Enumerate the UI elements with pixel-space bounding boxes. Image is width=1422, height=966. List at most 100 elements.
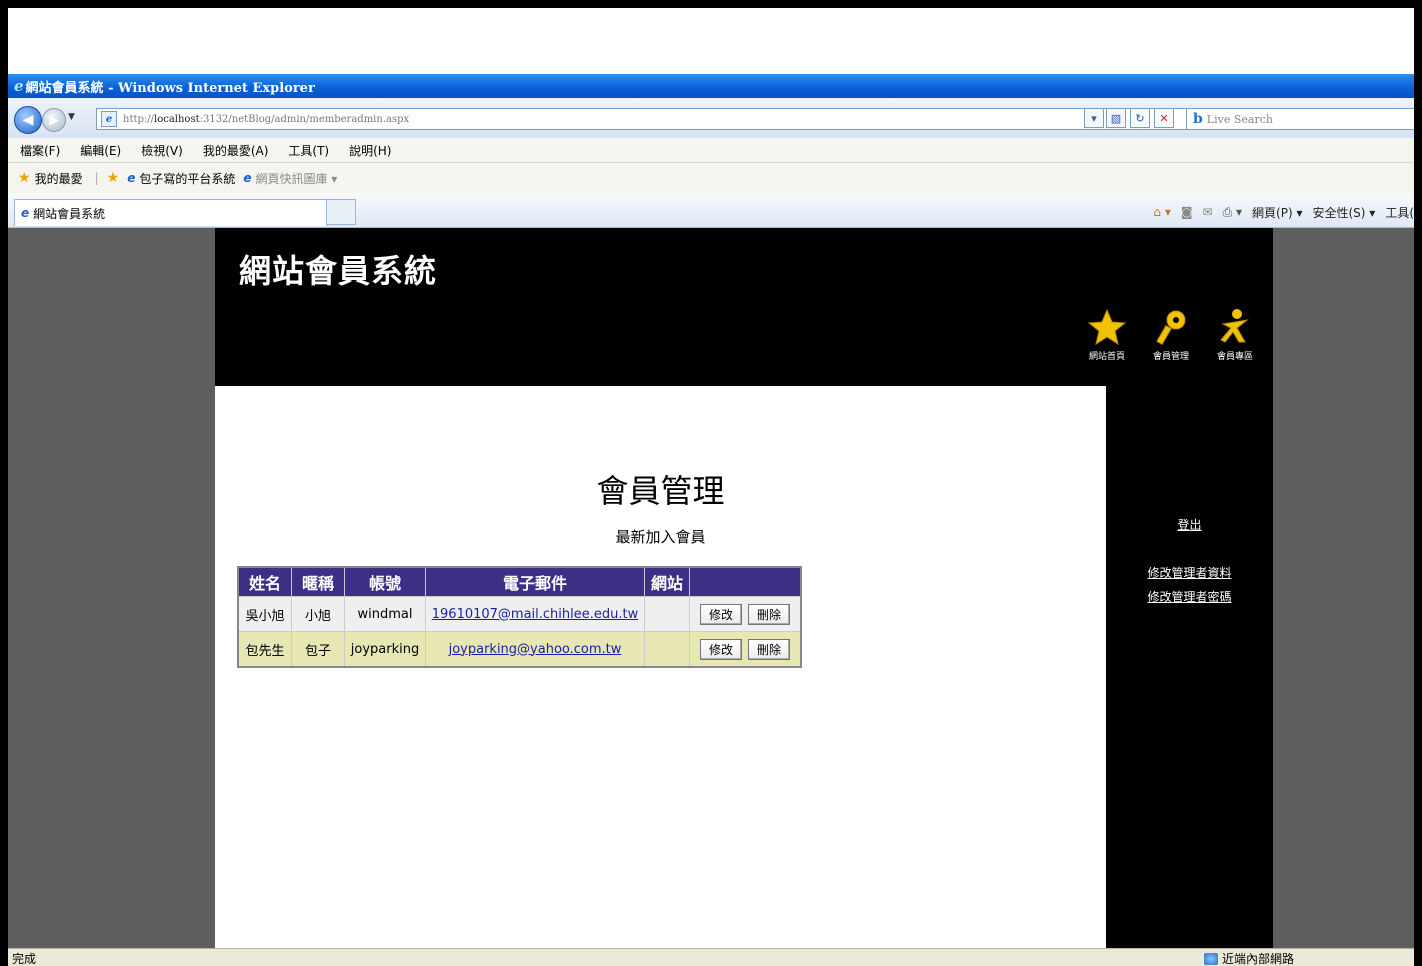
edit-admin-info-link[interactable]: 修改管理者資料 <box>1106 564 1273 581</box>
cell-nickname: 包子 <box>291 631 345 668</box>
live-search-icon: b <box>1193 111 1203 127</box>
stop-icon[interactable]: ✕ <box>1154 108 1174 128</box>
page-icon: e <box>101 111 117 127</box>
cell-name: 吳小旭 <box>237 596 292 632</box>
menu-favorites[interactable]: 我的最愛(A) <box>203 142 269 159</box>
menu-edit[interactable]: 編輯(E) <box>80 142 121 159</box>
window-title: 網站會員系統 - Windows Internet Explorer <box>25 80 315 96</box>
cell-name: 包先生 <box>237 631 292 668</box>
add-favorite-icon[interactable]: ★ <box>107 170 120 186</box>
key-icon <box>1156 310 1186 345</box>
cell-website <box>644 596 690 632</box>
section-title: 最新加入會員 <box>615 528 706 546</box>
network-zone-icon <box>1204 952 1218 965</box>
table-row: 包先生 包子 joyparking joyparking@yahoo.com.t… <box>237 631 802 668</box>
cell-actions: 修改 刪除 <box>689 631 802 668</box>
menu-bar: 檔案(F) 編輯(E) 檢視(V) 我的最愛(A) 工具(T) 說明(H) <box>8 138 1414 163</box>
email-link[interactable]: joyparking@yahoo.com.tw <box>449 642 622 657</box>
edit-button[interactable]: 修改 <box>699 603 742 625</box>
site-header: 網站會員系統 網站首頁 會員管理 會員專區 <box>215 228 1273 386</box>
person-icon <box>1220 309 1249 343</box>
menu-file[interactable]: 檔案(F) <box>20 142 60 159</box>
favorites-button[interactable]: 我的最愛 <box>35 170 83 187</box>
address-toolbar: ◀ ▶ ▼ e http://localhost:3132/netBlog/ad… <box>8 98 1414 139</box>
ie-logo-icon: e <box>14 77 24 95</box>
url-path: :3132/netBlog/admin/memberadmin.aspx <box>199 113 410 125</box>
favorites-star-icon: ★ <box>18 170 31 186</box>
edit-admin-password-link[interactable]: 修改管理者密碼 <box>1106 588 1273 605</box>
command-bar: ⌂ ▾ ◙ ✉ ⎙ ▾ 網頁(P) ▾ 安全性(S) ▾ 工具( <box>1143 201 1414 223</box>
favorites-bar: ★ 我的最愛 | ★ e 包子寫的平台系統 e 網頁快訊圖庫 ▾ <box>8 163 1414 193</box>
header-actions <box>689 566 802 597</box>
logout-link[interactable]: 登出 <box>1106 516 1273 533</box>
browser-viewport: 網站會員系統 網站首頁 會員管理 會員專區 會員管理 最新加入會員 姓名 暱稱 … <box>8 228 1414 948</box>
tab-title: 網站會員系統 <box>33 206 106 221</box>
zone-label: 近端內部網路 <box>1222 952 1295 966</box>
table-header-row: 姓名 暱稱 帳號 電子郵件 網站 <box>237 566 802 597</box>
tab-active[interactable]: e 網站會員系統 <box>14 199 328 226</box>
url-host: localhost <box>154 113 200 125</box>
icon-nav: 網站首頁 會員管理 會員專區 <box>1079 308 1263 362</box>
menu-tools[interactable]: 工具(T) <box>288 142 329 159</box>
separator: | <box>94 171 99 185</box>
site-title: 網站會員系統 <box>239 252 438 290</box>
delete-button[interactable]: 刪除 <box>748 603 791 625</box>
print-icon[interactable]: ⎙ ▾ <box>1223 205 1242 220</box>
header-email: 電子郵件 <box>425 566 645 597</box>
window-titlebar[interactable]: e 網站會員系統 - Windows Internet Explorer <box>8 74 1414 98</box>
compatibility-icon[interactable]: ▧ <box>1106 108 1126 128</box>
nav-member-zone[interactable]: 會員專區 <box>1207 308 1263 362</box>
mail-icon[interactable]: ✉ <box>1203 205 1213 219</box>
ie-page-icon: e <box>243 171 252 185</box>
nav-home[interactable]: 網站首頁 <box>1079 308 1135 362</box>
ie-page-icon: e <box>127 171 136 185</box>
nav-member-zone-label: 會員專區 <box>1216 352 1253 362</box>
nav-home-label: 網站首頁 <box>1088 352 1125 362</box>
cell-website <box>644 631 690 668</box>
cell-account: windmal <box>344 596 426 632</box>
address-input[interactable]: e http://localhost:3132/netBlog/admin/me… <box>96 108 1206 130</box>
new-tab-button[interactable] <box>326 199 356 225</box>
members-table: 姓名 暱稱 帳號 電子郵件 網站 吳小旭 小旭 windmal 19610107… <box>237 566 802 668</box>
menu-view[interactable]: 檢視(V) <box>141 142 183 159</box>
cell-nickname: 小旭 <box>291 596 345 632</box>
back-arrow-icon[interactable]: ◀ <box>14 106 42 134</box>
refresh-icon[interactable]: ↻ <box>1130 108 1150 128</box>
site-container: 網站會員系統 網站首頁 會員管理 會員專區 會員管理 最新加入會員 姓名 暱稱 … <box>215 228 1273 948</box>
edit-button[interactable]: 修改 <box>699 638 742 660</box>
admin-sidebar: 登出 修改管理者資料 修改管理者密碼 <box>1106 386 1273 948</box>
favorite-link-webslice[interactable]: 網頁快訊圖庫 ▾ <box>255 170 337 187</box>
cell-email: joyparking@yahoo.com.tw <box>425 631 645 668</box>
favorite-link-platform[interactable]: 包子寫的平台系統 <box>139 170 235 187</box>
cell-email: 19610107@mail.chihlee.edu.tw <box>425 596 645 632</box>
email-link[interactable]: 19610107@mail.chihlee.edu.tw <box>432 607 638 622</box>
page-title: 會員管理 <box>596 472 725 510</box>
header-account: 帳號 <box>344 566 426 597</box>
search-input[interactable]: b Live Search <box>1186 108 1414 130</box>
header-nickname: 暱稱 <box>291 566 345 597</box>
url-prefix: http:// <box>123 113 154 125</box>
blank-top-area <box>8 8 1414 74</box>
tab-bar: e 網站會員系統 ⌂ ▾ ◙ ✉ ⎙ ▾ 網頁(P) ▾ 安全性(S) ▾ 工具… <box>8 193 1414 228</box>
menu-page[interactable]: 網頁(P) ▾ <box>1252 204 1302 221</box>
cell-account: joyparking <box>344 631 426 668</box>
feeds-icon[interactable]: ◙ <box>1181 205 1193 219</box>
nav-member-admin-label: 會員管理 <box>1152 352 1189 362</box>
table-row: 吳小旭 小旭 windmal 19610107@mail.chihlee.edu… <box>237 596 802 632</box>
menu-tools-cmd[interactable]: 工具( <box>1385 204 1414 221</box>
history-dropdown-icon[interactable]: ▼ <box>68 112 75 122</box>
menu-help[interactable]: 說明(H) <box>349 142 391 159</box>
ie-tab-icon: e <box>21 206 30 220</box>
delete-button[interactable]: 刪除 <box>748 638 791 660</box>
menu-safety[interactable]: 安全性(S) ▾ <box>1312 204 1375 221</box>
status-bar: 完成 近端內部網路 <box>8 948 1414 966</box>
header-name: 姓名 <box>237 566 292 597</box>
main-content: 會員管理 最新加入會員 姓名 暱稱 帳號 電子郵件 網站 吳小旭 小旭 wind… <box>215 386 1106 948</box>
search-placeholder: Live Search <box>1206 112 1273 126</box>
nav-member-admin[interactable]: 會員管理 <box>1143 308 1199 362</box>
status-text: 完成 <box>12 951 37 966</box>
address-dropdown-icon[interactable]: ▾ <box>1084 108 1104 128</box>
home-icon[interactable]: ⌂ ▾ <box>1153 205 1170 219</box>
forward-arrow-icon[interactable]: ▶ <box>42 108 66 132</box>
security-zone[interactable]: 近端內部網路 <box>1204 950 1294 966</box>
